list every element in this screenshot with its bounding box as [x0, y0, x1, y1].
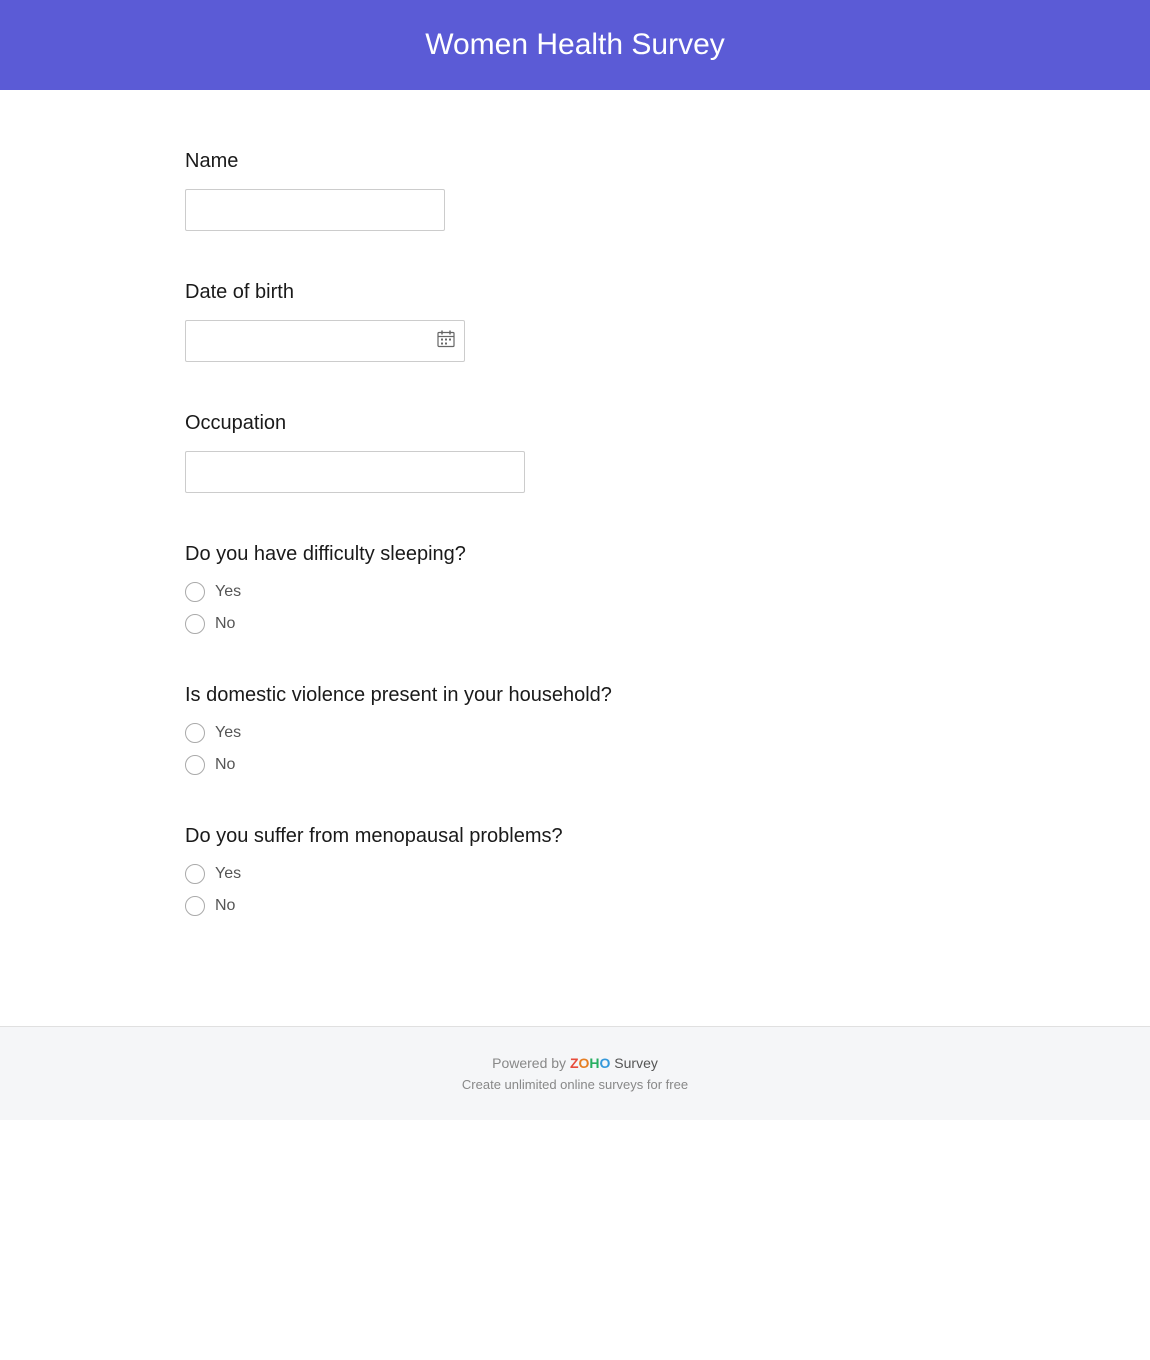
occupation-label: Occupation [185, 412, 965, 435]
menopausal-question-label: Do you suffer from menopausal problems? [185, 825, 965, 848]
zoho-letter-z: Z [570, 1055, 579, 1071]
sleeping-question-label: Do you have difficulty sleeping? [185, 543, 965, 566]
menopausal-yes-radio[interactable] [185, 864, 205, 884]
sleeping-no-radio[interactable] [185, 614, 205, 634]
survey-title: Women Health Survey [20, 28, 1130, 62]
survey-header: Women Health Survey [0, 0, 1150, 90]
menopausal-no-label: No [215, 897, 235, 915]
sleeping-radio-group: Yes No [185, 582, 965, 634]
domestic-violence-question-label: Is domestic violence present in your hou… [185, 684, 965, 707]
menopausal-radio-group: Yes No [185, 864, 965, 916]
domestic-violence-radio-group: Yes No [185, 723, 965, 775]
domestic-violence-no-label: No [215, 756, 235, 774]
name-label: Name [185, 150, 965, 173]
occupation-input[interactable] [185, 451, 525, 493]
dob-field-group: Date of birth [185, 281, 965, 362]
menopausal-no-radio[interactable] [185, 896, 205, 916]
dob-input[interactable] [185, 320, 465, 362]
zoho-letter-h: H [589, 1055, 599, 1071]
sleeping-question-group: Do you have difficulty sleeping? Yes No [185, 543, 965, 634]
zoho-letter-o1: O [579, 1055, 590, 1071]
sleeping-yes-option[interactable]: Yes [185, 582, 965, 602]
domestic-violence-yes-option[interactable]: Yes [185, 723, 965, 743]
powered-by-line: Powered by ZOHO Survey [20, 1055, 1130, 1071]
sleeping-yes-radio[interactable] [185, 582, 205, 602]
menopausal-no-option[interactable]: No [185, 896, 965, 916]
menopausal-yes-option[interactable]: Yes [185, 864, 965, 884]
date-input-wrapper [185, 320, 465, 362]
sleeping-yes-label: Yes [215, 583, 241, 601]
menopausal-question-group: Do you suffer from menopausal problems? … [185, 825, 965, 916]
name-field-group: Name [185, 150, 965, 231]
page-footer: Powered by ZOHO Survey Create unlimited … [0, 1026, 1150, 1120]
form-container: Name Date of birth [125, 90, 1025, 1006]
zoho-letter-o2: O [600, 1055, 611, 1071]
sleeping-no-option[interactable]: No [185, 614, 965, 634]
occupation-field-group: Occupation [185, 412, 965, 493]
footer-tagline: Create unlimited online surveys for free [20, 1077, 1130, 1092]
name-input[interactable] [185, 189, 445, 231]
menopausal-yes-label: Yes [215, 865, 241, 883]
powered-by-text: Powered by [492, 1055, 570, 1071]
zoho-logo: ZOHO [570, 1055, 610, 1071]
domestic-violence-no-option[interactable]: No [185, 755, 965, 775]
domestic-violence-yes-label: Yes [215, 724, 241, 742]
domestic-violence-no-radio[interactable] [185, 755, 205, 775]
survey-label: Survey [614, 1055, 658, 1071]
domestic-violence-question-group: Is domestic violence present in your hou… [185, 684, 965, 775]
sleeping-no-label: No [215, 615, 235, 633]
domestic-violence-yes-radio[interactable] [185, 723, 205, 743]
dob-label: Date of birth [185, 281, 965, 304]
